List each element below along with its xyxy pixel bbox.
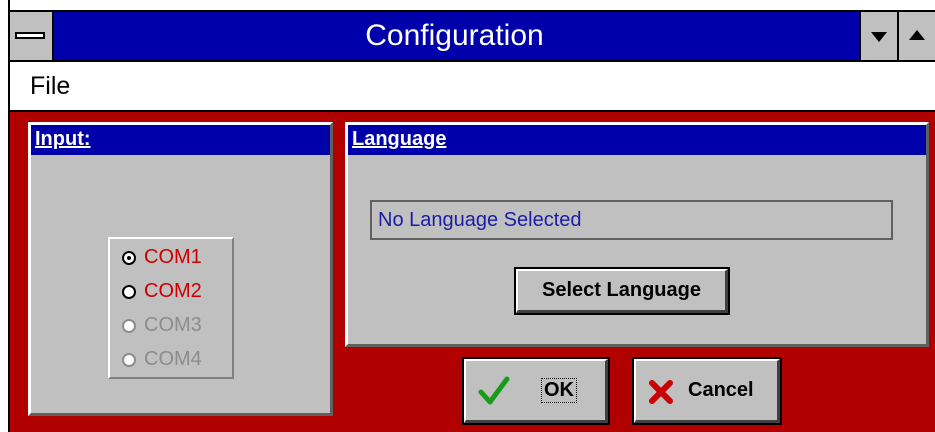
configuration-window: Configuration File Input: COM1 COM2 COM3 [0, 0, 935, 432]
radio-com3: COM3 [122, 311, 202, 339]
window-title: Configuration [365, 19, 544, 52]
radio-unselected-icon [122, 319, 136, 333]
window-left-frame [0, 0, 10, 432]
ok-button[interactable]: OK [462, 357, 610, 425]
title-bar[interactable]: Configuration [10, 10, 935, 62]
radio-selected-icon [122, 251, 136, 265]
input-panel: Input: COM1 COM2 COM3 COM4 [28, 122, 333, 416]
radio-com2[interactable]: COM2 [122, 277, 202, 305]
menu-file[interactable]: File [30, 72, 70, 101]
cancel-button[interactable]: Cancel [632, 357, 782, 425]
radio-com4: COM4 [122, 345, 202, 373]
maximize-arrow-icon [909, 30, 925, 40]
system-menu-icon [15, 32, 45, 39]
language-panel: Language No Language Selected Select Lan… [345, 122, 929, 347]
radio-com2-label: COM2 [144, 280, 202, 302]
radio-com1[interactable]: COM1 [122, 243, 202, 271]
radio-com4-label: COM4 [144, 348, 202, 370]
language-display-field: No Language Selected [370, 200, 893, 240]
radio-com1-label: COM1 [144, 246, 202, 268]
input-panel-heading: Input: [31, 125, 330, 155]
minimize-button[interactable] [859, 12, 897, 60]
radio-unselected-icon [122, 285, 136, 299]
radio-unselected-icon [122, 353, 136, 367]
com-port-radio-group: COM1 COM2 COM3 COM4 [108, 237, 234, 379]
checkmark-icon [478, 376, 510, 405]
cancel-button-label: Cancel [688, 379, 754, 401]
x-icon [649, 380, 673, 404]
radio-com3-label: COM3 [144, 314, 202, 336]
system-menu-button[interactable] [10, 12, 54, 60]
select-language-button[interactable]: Select Language [514, 267, 730, 315]
client-area: Input: COM1 COM2 COM3 COM4 Language No L… [10, 112, 935, 432]
language-panel-heading: Language [348, 125, 926, 155]
ok-button-label: OK [541, 378, 577, 403]
menu-bar: File [10, 62, 935, 112]
maximize-button[interactable] [897, 12, 935, 60]
minimize-arrow-icon [871, 32, 887, 42]
